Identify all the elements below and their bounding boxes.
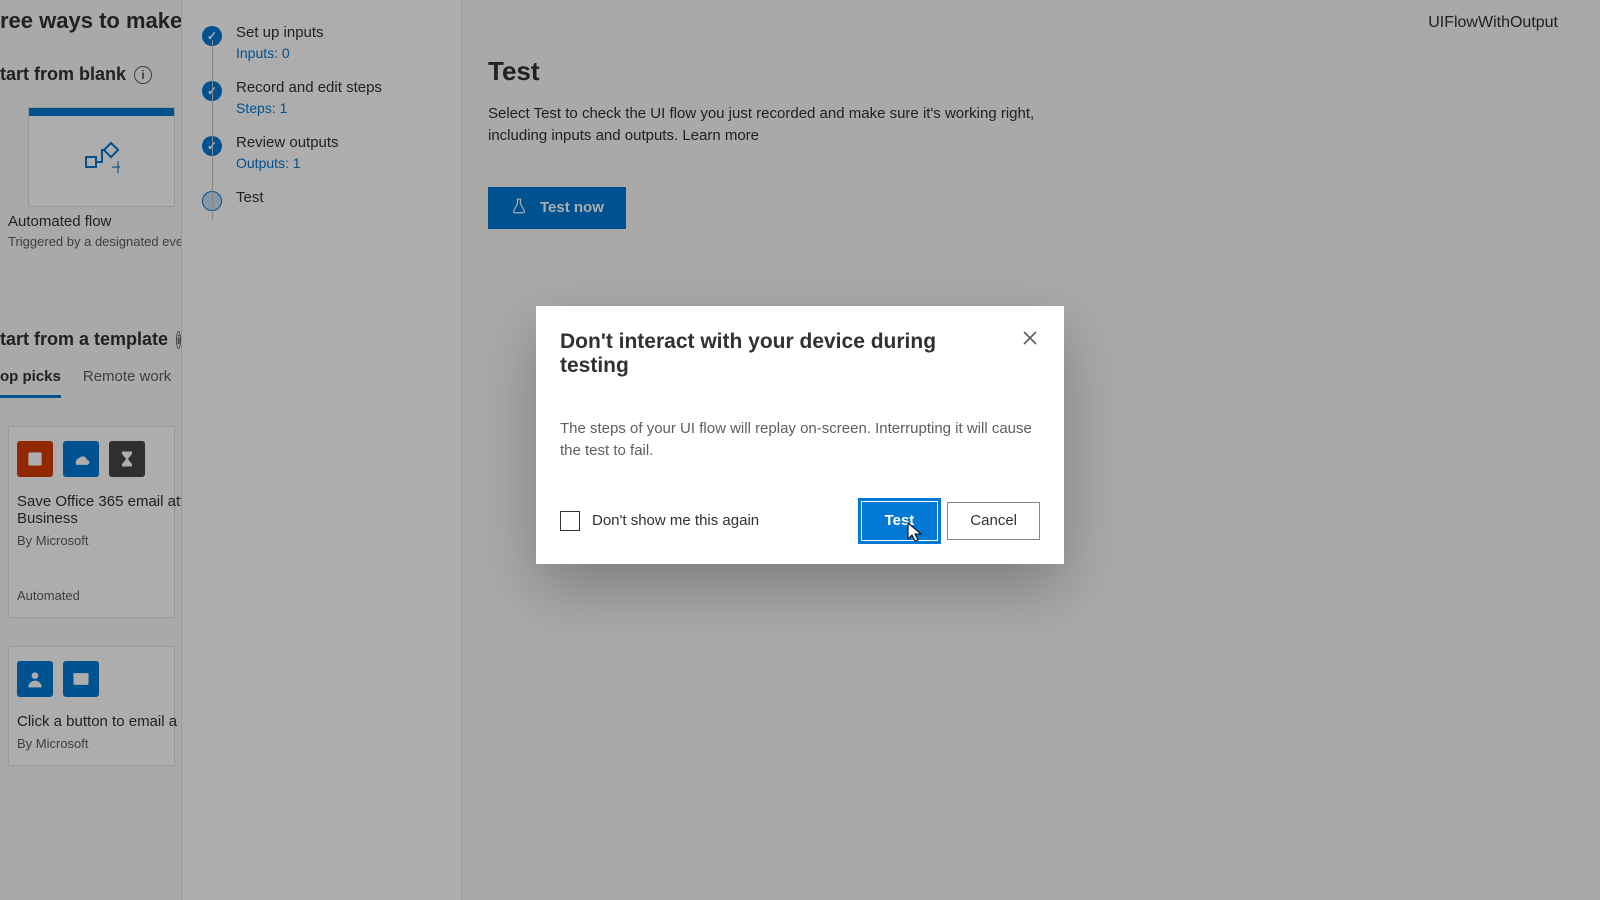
modal-overlay: Don't interact with your device during t… [0, 0, 1600, 900]
cancel-button[interactable]: Cancel [947, 502, 1040, 540]
test-button[interactable]: Test [862, 502, 938, 540]
cancel-button-label: Cancel [970, 512, 1017, 529]
dialog-title: Don't interact with your device during t… [560, 330, 1040, 378]
close-icon [1023, 331, 1037, 350]
dialog-body: The steps of your UI flow will replay on… [560, 418, 1040, 462]
close-button[interactable] [1016, 326, 1044, 354]
test-button-label: Test [885, 512, 915, 529]
dont-show-label: Don't show me this again [592, 512, 759, 529]
dont-show-again-option[interactable]: Don't show me this again [560, 511, 852, 531]
checkbox[interactable] [560, 511, 580, 531]
test-warning-dialog: Don't interact with your device during t… [536, 306, 1064, 564]
